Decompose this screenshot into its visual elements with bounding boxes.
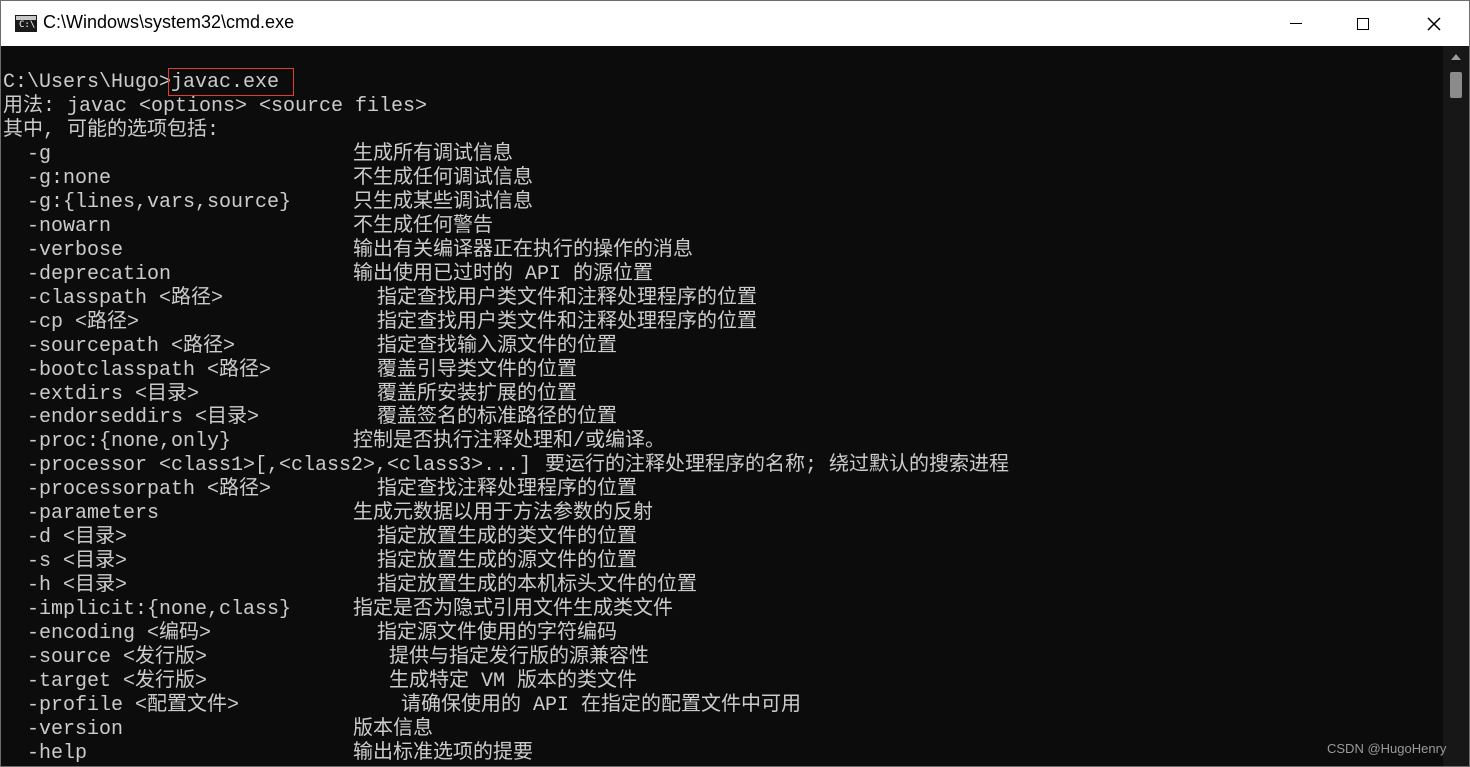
option-description: 指定查找注释处理程序的位置 bbox=[377, 478, 637, 502]
option-description: 指定放置生成的源文件的位置 bbox=[377, 550, 637, 574]
option-description: 指定放置生成的类文件的位置 bbox=[377, 526, 637, 550]
minimize-icon bbox=[1290, 23, 1302, 24]
cmd-icon[interactable]: C:\ bbox=[15, 15, 37, 32]
option-flag: -proc:{none,only} bbox=[27, 430, 232, 454]
option-description: 只生成某些调试信息 bbox=[353, 190, 533, 214]
minimize-button[interactable] bbox=[1261, 1, 1331, 46]
window-title: C:\Windows\system32\cmd.exe bbox=[43, 12, 295, 32]
option-flag: -d <目录> bbox=[27, 526, 128, 550]
cmd-window: C:\ C:\Windows\system32\cmd.exe C:\Users… bbox=[0, 0, 1470, 767]
option-description: 覆盖签名的标准路径的位置 bbox=[377, 406, 617, 430]
option-description: 输出标准选项的提要 bbox=[353, 741, 533, 765]
option-flag: -processor <class1>[,<class2>,<class3>..… bbox=[27, 454, 532, 478]
option-flag: -profile <配置文件> bbox=[27, 693, 240, 717]
option-description: 指定查找用户类文件和注释处理程序的位置 bbox=[377, 310, 757, 334]
option-description: 控制是否执行注释处理和/或编译。 bbox=[353, 430, 666, 454]
option-flag: -cp <路径> bbox=[27, 310, 140, 334]
option-flag: -version bbox=[27, 717, 124, 741]
option-flag: -h <目录> bbox=[27, 574, 128, 598]
maximize-icon bbox=[1357, 17, 1369, 30]
option-description: 输出使用已过时的 API 的源位置 bbox=[353, 262, 654, 286]
usage-line: 用法: javac <options> <source files> bbox=[3, 95, 428, 118]
option-flag: -processorpath <路径> bbox=[27, 478, 272, 502]
option-flag: -deprecation bbox=[27, 262, 172, 286]
option-flag: -parameters bbox=[27, 502, 160, 526]
options-header: 其中, 可能的选项包括: bbox=[3, 119, 220, 142]
option-flag: -classpath <路径> bbox=[27, 286, 224, 310]
title-bar[interactable]: C:\ C:\Windows\system32\cmd.exe bbox=[1, 1, 1469, 46]
option-flag: -extdirs <目录> bbox=[27, 382, 200, 406]
close-button[interactable] bbox=[1399, 1, 1469, 46]
prompt: C:\Users\Hugo> bbox=[3, 71, 172, 94]
option-description: 生成特定 VM 版本的类文件 bbox=[389, 669, 638, 693]
vertical-scrollbar[interactable] bbox=[1443, 46, 1469, 766]
option-description: 指定放置生成的本机标头文件的位置 bbox=[377, 574, 697, 598]
option-flag: -g:{lines,vars,source} bbox=[27, 190, 292, 214]
option-description: 要运行的注释处理程序的名称; 绕过默认的搜索进程 bbox=[545, 454, 1010, 478]
option-description: 覆盖所安装扩展的位置 bbox=[377, 382, 577, 406]
option-flag: -verbose bbox=[27, 238, 124, 262]
scroll-up-arrow-icon[interactable] bbox=[1451, 54, 1461, 60]
option-description: 指定是否为隐式引用文件生成类文件 bbox=[353, 598, 673, 622]
option-description: 指定查找用户类文件和注释处理程序的位置 bbox=[377, 286, 757, 310]
option-description: 提供与指定发行版的源兼容性 bbox=[389, 645, 649, 669]
option-flag: -source <发行版> bbox=[27, 645, 208, 669]
console-output[interactable]: C:\Users\Hugo>javac.exe 用法: javac <optio… bbox=[1, 46, 1443, 766]
close-icon bbox=[1427, 16, 1441, 31]
option-flag: -g bbox=[27, 143, 52, 166]
option-description: 请确保使用的 API 在指定的配置文件中可用 bbox=[401, 693, 802, 717]
option-description: 输出有关编译器正在执行的操作的消息 bbox=[353, 238, 693, 262]
option-flag: -target <发行版> bbox=[27, 669, 208, 693]
option-flag: -encoding <编码> bbox=[27, 622, 212, 645]
option-flag: -bootclasspath <路径> bbox=[27, 358, 272, 382]
maximize-button[interactable] bbox=[1328, 1, 1398, 46]
option-description: 不生成任何调试信息 bbox=[353, 166, 533, 190]
watermark: CSDN @HugoHenry bbox=[1327, 741, 1447, 756]
option-flag: -nowarn bbox=[27, 214, 112, 238]
option-description: 版本信息 bbox=[353, 717, 433, 741]
option-description: 指定查找输入源文件的位置 bbox=[377, 334, 617, 358]
option-flag: -s <目录> bbox=[27, 550, 128, 574]
option-flag: -endorseddirs <目录> bbox=[27, 406, 260, 430]
option-description: 生成所有调试信息 bbox=[353, 143, 513, 166]
option-flag: -g:none bbox=[27, 166, 112, 190]
scroll-thumb[interactable] bbox=[1450, 72, 1462, 98]
command-highlight-box bbox=[168, 68, 294, 96]
option-description: 指定源文件使用的字符编码 bbox=[377, 622, 617, 645]
option-description: 不生成任何警告 bbox=[353, 214, 493, 238]
option-flag: -sourcepath <路径> bbox=[27, 334, 236, 358]
option-description: 生成元数据以用于方法参数的反射 bbox=[353, 502, 653, 526]
cmd-icon-prompt: C:\ bbox=[19, 20, 36, 30]
option-flag: -implicit:{none,class} bbox=[27, 598, 292, 622]
option-description: 覆盖引导类文件的位置 bbox=[377, 358, 577, 382]
option-flag: -help bbox=[27, 741, 88, 765]
